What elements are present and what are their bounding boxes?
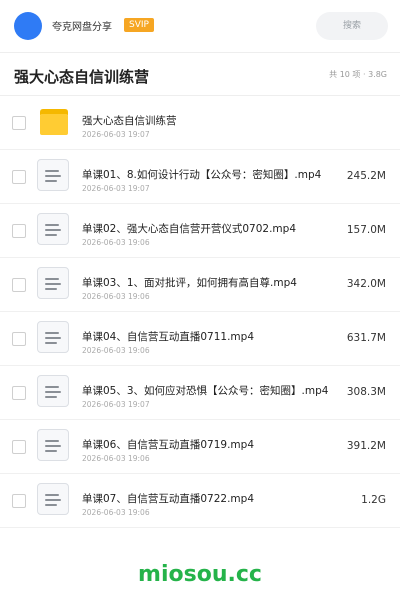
row-checkbox[interactable] [12, 494, 26, 508]
header-divider [0, 52, 400, 53]
folder-icon [37, 105, 71, 139]
file-row[interactable]: 单课02、强大心态自信营开营仪式0702.mp4 2026-06-03 19:06… [0, 204, 400, 258]
document-icon [37, 213, 71, 247]
file-row[interactable]: 单课06、自信营互动直播0719.mp4 2026-06-03 19:06 391.… [0, 420, 400, 474]
avatar[interactable] [14, 12, 42, 40]
vip-badge: SVIP [124, 18, 154, 32]
share-page: 夸克网盘分享 SVIP 搜索 强大心态自信训练营 共 10 项 · 3.8G 强… [0, 0, 400, 600]
file-name[interactable]: 单课04、自信营互动直播0711.mp4 [82, 329, 254, 344]
file-size: 391.2M [346, 440, 386, 452]
file-row[interactable]: 单课07、自信营互动直播0722.mp4 2026-06-03 19:06 1.2G [0, 474, 400, 528]
file-date: 2026-06-03 19:06 [82, 292, 150, 301]
row-checkbox[interactable] [12, 440, 26, 454]
file-name[interactable]: 单课02、强大心态自信营开营仪式0702.mp4 [82, 221, 296, 236]
file-date: 2026-06-03 19:07 [82, 400, 150, 409]
file-date: 2026-06-03 19:07 [82, 130, 150, 139]
watermark: miosou.cc [138, 562, 262, 587]
row-checkbox[interactable] [12, 332, 26, 346]
file-row[interactable]: 单课03、1、面对批评，如何拥有高自尊.mp4 2026-06-03 19:06 3… [0, 258, 400, 312]
document-icon [37, 375, 71, 409]
folder-row[interactable]: 强大心态自信训练营 2026-06-03 19:07 [0, 96, 400, 150]
file-date: 2026-06-03 19:06 [82, 508, 150, 517]
file-size: 1.2G [361, 494, 386, 506]
document-icon [37, 159, 71, 193]
file-size: 631.7M [346, 332, 386, 344]
search-input[interactable]: 搜索 [316, 12, 388, 40]
document-icon [37, 483, 71, 517]
file-name[interactable]: 单课01、8.如何设计行动【公众号：密知圈】.mp4 [82, 167, 321, 182]
row-checkbox[interactable] [12, 278, 26, 292]
file-size: 342.0M [346, 278, 386, 290]
file-size: 245.2M [346, 170, 386, 182]
file-date: 2026-06-03 19:06 [82, 454, 150, 463]
file-row[interactable]: 单课04、自信营互动直播0711.mp4 2026-06-03 19:06 631.… [0, 312, 400, 366]
top-bar: 夸克网盘分享 SVIP 搜索 [0, 0, 400, 52]
row-checkbox[interactable] [12, 116, 26, 130]
file-name[interactable]: 单课03、1、面对批评，如何拥有高自尊.mp4 [82, 275, 297, 290]
file-name[interactable]: 单课06、自信营互动直播0719.mp4 [82, 437, 254, 452]
file-row[interactable]: 单课01、8.如何设计行动【公众号：密知圈】.mp4 2026-06-03 19:… [0, 150, 400, 204]
document-icon [37, 267, 71, 301]
row-checkbox[interactable] [12, 224, 26, 238]
file-name[interactable]: 单课07、自信营互动直播0722.mp4 [82, 491, 254, 506]
file-size: 157.0M [346, 224, 386, 236]
document-icon [37, 321, 71, 355]
file-date: 2026-06-03 19:06 [82, 346, 150, 355]
share-title: 夸克网盘分享 [52, 22, 112, 33]
page-title: 强大心态自信训练营 [14, 68, 150, 86]
file-date: 2026-06-03 19:06 [82, 238, 150, 247]
file-row[interactable]: 单课05、3、如何应对恐惧【公众号：密知圈】.mp4 2026-06-03 19:… [0, 366, 400, 420]
document-icon [37, 429, 71, 463]
file-name[interactable]: 单课05、3、如何应对恐惧【公众号：密知圈】.mp4 [82, 383, 328, 398]
file-size: 308.3M [346, 386, 386, 398]
file-list: 强大心态自信训练营 2026-06-03 19:07 单课01、8.如何设计行动【公… [0, 96, 400, 528]
row-checkbox[interactable] [12, 170, 26, 184]
row-checkbox[interactable] [12, 386, 26, 400]
file-date: 2026-06-03 19:07 [82, 184, 150, 193]
folder-meta: 共 10 项 · 3.8G [329, 70, 387, 79]
file-name[interactable]: 强大心态自信训练营 [82, 113, 177, 128]
